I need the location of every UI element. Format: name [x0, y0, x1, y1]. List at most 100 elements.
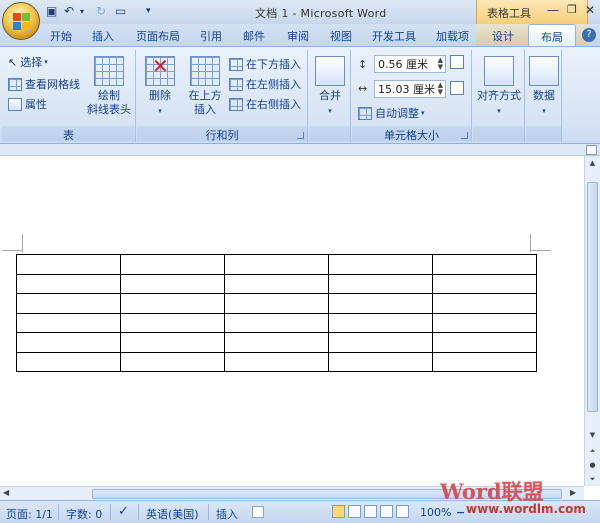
ruler-toggle-icon[interactable] [586, 145, 597, 155]
select-browse-object-icon[interactable]: ● [587, 460, 598, 471]
table-cell[interactable] [224, 273, 329, 294]
undo-dropdown-icon[interactable]: ▾ [80, 7, 84, 23]
outline-view-icon[interactable] [380, 505, 393, 518]
tab-page-layout[interactable]: 页面布局 [136, 28, 180, 44]
tab-view[interactable]: 视图 [330, 28, 352, 44]
cursor-icon: ↖ [8, 55, 18, 69]
tab-review[interactable]: 审阅 [287, 28, 309, 44]
scroll-down-icon[interactable]: ▼ [587, 430, 598, 441]
tab-insert[interactable]: 插入 [92, 28, 114, 44]
draw-diagonal-header-button[interactable]: 绘制 斜线表头 [84, 56, 134, 117]
select-button[interactable]: ↖ 选择 ▾ [8, 54, 48, 70]
table-cell[interactable] [224, 293, 329, 314]
web-layout-icon[interactable] [364, 505, 377, 518]
table-cell[interactable] [328, 273, 433, 294]
table-cell[interactable] [432, 293, 537, 314]
table-cell[interactable] [120, 254, 225, 275]
table-cell[interactable] [16, 273, 121, 294]
table-cell[interactable] [432, 254, 537, 275]
table-cell[interactable] [328, 332, 433, 353]
table-cell[interactable] [328, 293, 433, 314]
table-cell[interactable] [16, 312, 121, 333]
table-cell[interactable] [120, 332, 225, 353]
tab-mailings[interactable]: 邮件 [243, 28, 265, 44]
table-cell[interactable] [16, 332, 121, 353]
document-table[interactable] [16, 254, 537, 372]
tab-home[interactable]: 开始 [50, 28, 72, 44]
table-cell[interactable] [224, 332, 329, 353]
table-cell[interactable] [120, 273, 225, 294]
office-button[interactable] [2, 2, 40, 40]
customize-qat-icon[interactable]: ▾ [146, 6, 151, 22]
undo-icon[interactable]: ↶ [64, 4, 74, 20]
language-indicator[interactable]: 英语(美国) [146, 506, 199, 522]
vertical-scroll-thumb[interactable] [587, 182, 598, 412]
distribute-columns-icon[interactable] [450, 81, 464, 95]
zoom-out-icon[interactable]: − [456, 506, 465, 519]
word-count[interactable]: 字数: 0 [66, 506, 102, 522]
table-cell[interactable] [328, 312, 433, 333]
table-cell[interactable] [16, 293, 121, 314]
dialog-launcher-icon[interactable] [297, 132, 304, 139]
row-height-spinner[interactable]: 0.56 厘米 ▲ ▼ [374, 55, 446, 73]
redo-icon[interactable]: ↻ [96, 4, 106, 20]
table-cell[interactable] [328, 351, 433, 372]
table-cell[interactable] [224, 254, 329, 275]
scroll-up-icon[interactable]: ▲ [587, 158, 598, 169]
proofing-icon[interactable]: ✓ [118, 504, 129, 519]
zoom-level[interactable]: 100% [420, 506, 451, 519]
restore-icon[interactable]: ❐ [567, 3, 577, 19]
table-cell[interactable] [432, 332, 537, 353]
print-layout-view-icon[interactable] [332, 505, 345, 518]
table-cell[interactable] [16, 351, 121, 372]
spinner-arrows-icon[interactable]: ▲ ▼ [438, 82, 443, 96]
delete-button[interactable]: ✕ 删除 ▾ [143, 56, 177, 118]
minimize-icon[interactable]: — [547, 3, 559, 19]
insert-mode[interactable]: 插入 [216, 506, 238, 522]
distribute-rows-icon[interactable] [450, 55, 464, 69]
table-cell[interactable] [432, 312, 537, 333]
table-cell[interactable] [120, 293, 225, 314]
tab-references[interactable]: 引用 [200, 28, 222, 44]
page-indicator[interactable]: 页面: 1/1 [6, 506, 53, 522]
table-cell[interactable] [224, 312, 329, 333]
tab-add-ins[interactable]: 加载项 [436, 28, 469, 44]
next-page-icon[interactable]: ⏷ [587, 474, 598, 485]
previous-page-icon[interactable]: ⏶ [587, 446, 598, 457]
view-gridlines-button[interactable]: 查看网格线 [8, 76, 80, 92]
tab-layout[interactable]: 布局 [528, 24, 576, 46]
alignment-button[interactable]: 对齐方式 ▾ [475, 56, 523, 118]
full-screen-reading-icon[interactable] [348, 505, 361, 518]
dialog-launcher-icon[interactable] [461, 132, 468, 139]
table-cell[interactable] [432, 351, 537, 372]
close-icon[interactable]: ✕ [585, 3, 595, 19]
vertical-scrollbar[interactable]: ▲ ▼ ⏶ ● ⏷ [584, 156, 600, 486]
table-cell[interactable] [120, 312, 225, 333]
insert-above-button[interactable]: 在上方 插入 [185, 56, 225, 117]
document-page[interactable] [0, 156, 584, 486]
scroll-right-icon[interactable]: ▶ [570, 488, 576, 497]
column-width-spinner[interactable]: 15.03 厘米 ▲ ▼ [374, 80, 446, 98]
insert-right-button[interactable]: 在右侧插入 [229, 96, 301, 112]
scroll-left-icon[interactable]: ◀ [3, 488, 9, 497]
draft-view-icon[interactable] [396, 505, 409, 518]
table-cell[interactable] [224, 351, 329, 372]
autofit-button[interactable]: 自动调整 ▾ [358, 105, 425, 121]
insert-above-icon [190, 56, 220, 86]
merge-button[interactable]: 合并 ▾ [313, 56, 347, 118]
new-document-icon[interactable]: ▭ [115, 4, 126, 20]
data-button[interactable]: 数据 ▾ [528, 56, 560, 118]
table-cell[interactable] [16, 254, 121, 275]
properties-button[interactable]: 属性 [8, 96, 47, 112]
table-cell[interactable] [120, 351, 225, 372]
tab-design[interactable]: 设计 [492, 28, 514, 44]
insert-below-button[interactable]: 在下方插入 [229, 56, 301, 72]
table-cell[interactable] [432, 273, 537, 294]
help-icon[interactable]: ? [582, 28, 596, 42]
spinner-arrows-icon[interactable]: ▲ ▼ [438, 57, 443, 71]
save-icon[interactable]: ▣ [46, 4, 57, 20]
table-cell[interactable] [328, 254, 433, 275]
tab-developer[interactable]: 开发工具 [372, 28, 416, 44]
insert-left-button[interactable]: 在左侧插入 [229, 76, 301, 92]
macro-record-icon[interactable] [252, 506, 264, 518]
